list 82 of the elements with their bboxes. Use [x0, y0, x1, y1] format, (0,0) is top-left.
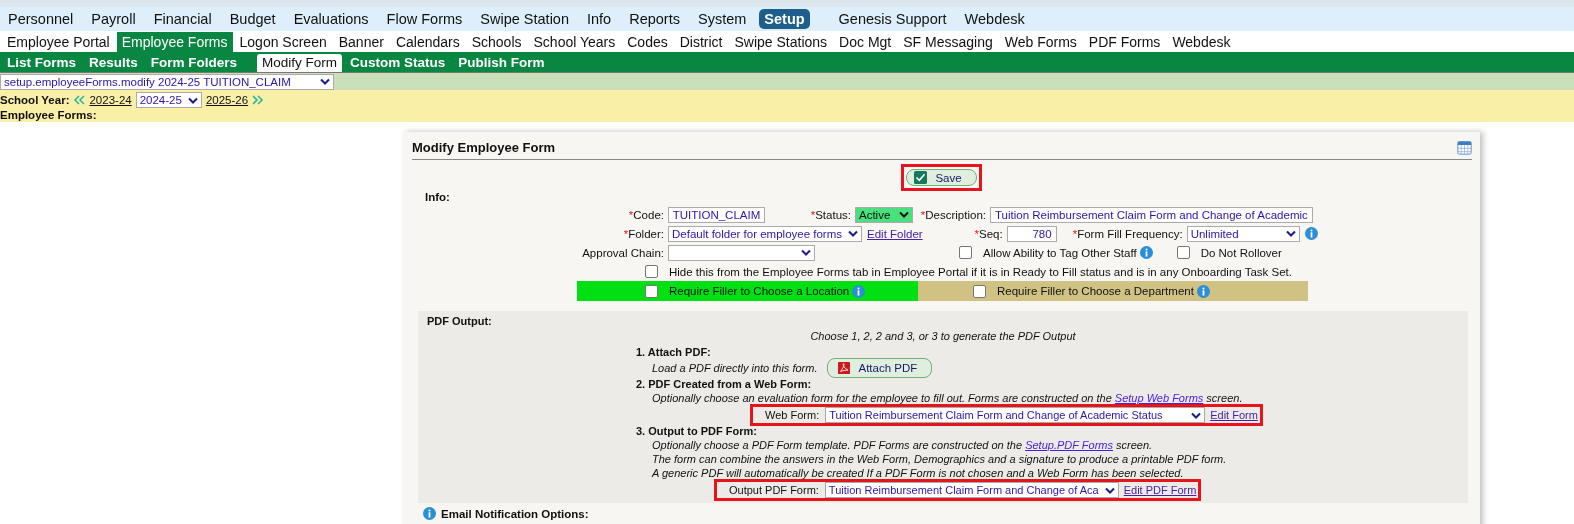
menu-item[interactable]: Setup [759, 9, 810, 29]
field-label: *Seq: [973, 227, 1004, 240]
section-heading: Info: [425, 191, 451, 205]
menu-item[interactable]: Personnel [3, 9, 79, 29]
menu-item[interactable]: Swipe Station [475, 9, 574, 29]
step-text: Optionally choose an evaluation form for the employee to fill out. Forms are constructed on the Setup Web Forms screen. [651, 391, 1244, 405]
submenu-item[interactable]: Webdesk [1167, 31, 1236, 52]
submenu-item[interactable]: Web Forms [999, 31, 1082, 52]
menu-item[interactable]: Webdesk [959, 9, 1030, 29]
panel-title: Modify Employee Form [412, 140, 556, 155]
output-pdf-form-select[interactable]: Tuition Reimbursement Claim Form and Change of Aca [824, 482, 1119, 498]
tab[interactable]: Modify Form [257, 54, 343, 72]
tab[interactable]: Custom Status [345, 54, 451, 72]
field-label: *Status: [809, 208, 852, 221]
tab[interactable]: Results [84, 54, 143, 72]
school-year-label: School Year: [0, 94, 70, 106]
section-heading: Email Notification Options: [441, 507, 589, 520]
submenu-item[interactable]: PDF Forms [1083, 31, 1166, 52]
step-title: 2. PDF Created from a Web Form: [636, 377, 813, 391]
edit-folder-link[interactable]: Edit Folder [867, 225, 923, 242]
submenu-item[interactable]: Calendars [390, 31, 465, 52]
menu-item[interactable]: Evaluations [288, 9, 374, 29]
step-text: Load a PDF directly into this form. [652, 361, 818, 375]
menu-item[interactable]: Flow Forms [381, 9, 468, 29]
frequency-select[interactable]: Unlimited [1186, 225, 1300, 242]
tab[interactable]: Form Folders [145, 54, 243, 72]
setup-web-forms-link[interactable]: Setup Web Forms [1114, 392, 1204, 404]
submenu-item[interactable]: District [674, 31, 728, 52]
folder-select[interactable]: Default folder for employee forms [668, 225, 863, 242]
tab[interactable]: Publish Form [453, 54, 550, 72]
menu-item[interactable]: Reports [624, 9, 685, 29]
submenu-item[interactable]: Codes [622, 31, 673, 52]
step-text: The form can combine the answers in the Web Form, Demographics and a signature to produce a printable PDF form. [651, 452, 1228, 466]
section-heading: PDF Output: [427, 314, 493, 328]
status-select[interactable]: Active [855, 206, 913, 223]
edit-pdf-form-link[interactable]: Edit PDF Form [1123, 483, 1197, 497]
submenu-item[interactable]: School Years [528, 31, 621, 52]
year-link[interactable]: 2023-24 [89, 94, 132, 106]
submenu-item[interactable]: Employee Portal [2, 31, 115, 52]
step-text: A generic PDF will automatically be created If a PDF Form is not chosen and a Web Form has been selected. [650, 466, 1185, 480]
checkbox-label: Allow Ability to Tag Other Staff [983, 246, 1137, 259]
menu-item[interactable]: Payroll [86, 9, 141, 29]
submenu-item[interactable]: Employee Forms [116, 31, 233, 52]
step-title: 3. Output to PDF Form: [636, 424, 758, 438]
code-field[interactable]: TUITION_CLAIM [668, 206, 765, 223]
menu-item[interactable]: Info [582, 9, 617, 29]
submenu-item[interactable]: Doc Mgt [834, 31, 897, 52]
field-label: *Code: [627, 208, 665, 221]
submenu-item[interactable]: SF Messaging [898, 31, 998, 52]
menu-item[interactable]: System [692, 9, 752, 29]
checkbox-label: Do Not Rollover [1200, 246, 1282, 259]
field-label: *Description: [919, 208, 987, 221]
submenu-item[interactable]: Logon Screen [234, 31, 332, 52]
submenu-item[interactable]: Swipe Stations [729, 31, 833, 52]
step-title: 1. Attach PDF: [636, 345, 712, 359]
year-link[interactable]: 2025-26 [205, 94, 249, 106]
field-label: *Form Fill Frequency: [1071, 227, 1184, 240]
field-label: Web Form: [764, 408, 821, 422]
year-select[interactable]: 2024-25 [135, 92, 202, 108]
tab[interactable]: List Forms [2, 54, 81, 72]
step-text: Optionally choose a PDF Form template. PDF Forms are constructed on the Setup.PDF Forms screen. [651, 438, 1154, 452]
checkbox-label: Require Filler to Choose a Location [669, 285, 850, 297]
edit-form-link[interactable]: Edit Form [1210, 408, 1258, 422]
field-label: Output PDF Form: [728, 483, 820, 497]
web-form-select[interactable]: Tuition Reimbursement Claim Form and Change of Academic Status [825, 407, 1206, 423]
field-label: *Folder: [622, 227, 665, 240]
checkbox-label: Hide this from the Employee Forms tab in Employee Portal if it is in Ready to Fill status and is in any Onboarding Task Set. [669, 265, 1292, 278]
submenu-item[interactable]: Banner [333, 31, 389, 52]
page-select[interactable]: setup.employeeForms.modify 2024-25 TUITION_CLAIM [0, 73, 334, 90]
seq-field[interactable]: 780 [1006, 225, 1057, 242]
menu-item[interactable]: Financial [148, 9, 217, 29]
menu-item[interactable]: Genesis Support [833, 9, 952, 29]
field-label: Approval Chain: [581, 246, 665, 259]
intro-text: Choose 1, 2, 2 and 3, or 3 to generate the PDF Output [809, 329, 1077, 344]
checkbox-label: Require Filler to Choose a Department [997, 285, 1194, 297]
attach-pdf-button[interactable]: Attach PDF [827, 358, 933, 378]
description-field[interactable]: Tuition Reimbursement Claim Form and Change of Academic [990, 206, 1313, 223]
setup-pdf-forms-link[interactable]: Setup.PDF Forms [1025, 439, 1113, 451]
submenu-item[interactable]: Schools [466, 31, 527, 52]
section-label: Employee Forms: [0, 109, 98, 121]
save-button[interactable]: Save [906, 169, 977, 186]
menu-item[interactable]: Budget [224, 9, 281, 29]
